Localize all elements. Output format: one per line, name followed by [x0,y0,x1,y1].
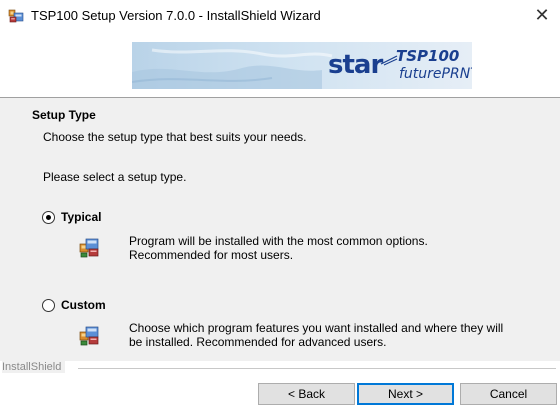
banner-area: star TSP100 futurePRNT [0,31,560,97]
cancel-button[interactable]: Cancel [460,383,557,405]
setup-type-prompt: Please select a setup type. [43,170,187,184]
typical-description-line1: Program will be installed with the most … [129,234,428,248]
installshield-brand-row: InstallShield [0,361,560,376]
back-button[interactable]: < Back [258,383,355,405]
title-bar: TSP100 Setup Version 7.0.0 - InstallShie… [0,0,560,31]
brand-divider [78,368,556,369]
close-button[interactable]: ✕ [524,0,560,31]
typical-setup-icon [78,236,100,258]
radio-selected-dot [46,215,51,220]
banner-brand-text: star [328,50,383,80]
custom-radio-label[interactable]: Custom [61,298,106,312]
custom-description: Choose which program features you want i… [129,321,529,349]
banner-product-text: TSP100 [396,47,460,65]
next-button[interactable]: Next > [357,383,454,405]
typical-radio-label[interactable]: Typical [61,210,101,224]
typical-radio-circle[interactable] [42,211,55,224]
page-subtitle: Choose the setup type that best suits yo… [43,130,307,144]
page-title: Setup Type [32,108,96,122]
custom-description-line2: be installed. Recommended for advanced u… [129,335,387,349]
banner-swoosh-icon [380,54,398,66]
setup-type-panel: Setup Type Choose the setup type that be… [0,98,560,361]
installer-icon [8,8,25,23]
typical-description: Program will be installed with the most … [129,234,529,262]
banner-product-sub-text: futurePRNT [399,66,472,82]
banner-image: star TSP100 futurePRNT [132,42,472,89]
typical-description-line2: Recommended for most users. [129,248,294,262]
custom-radio-circle[interactable] [42,299,55,312]
window-title: TSP100 Setup Version 7.0.0 - InstallShie… [31,8,321,23]
installshield-label: InstallShield [2,361,66,373]
custom-description-line1: Choose which program features you want i… [129,321,504,335]
custom-setup-icon [78,324,100,346]
